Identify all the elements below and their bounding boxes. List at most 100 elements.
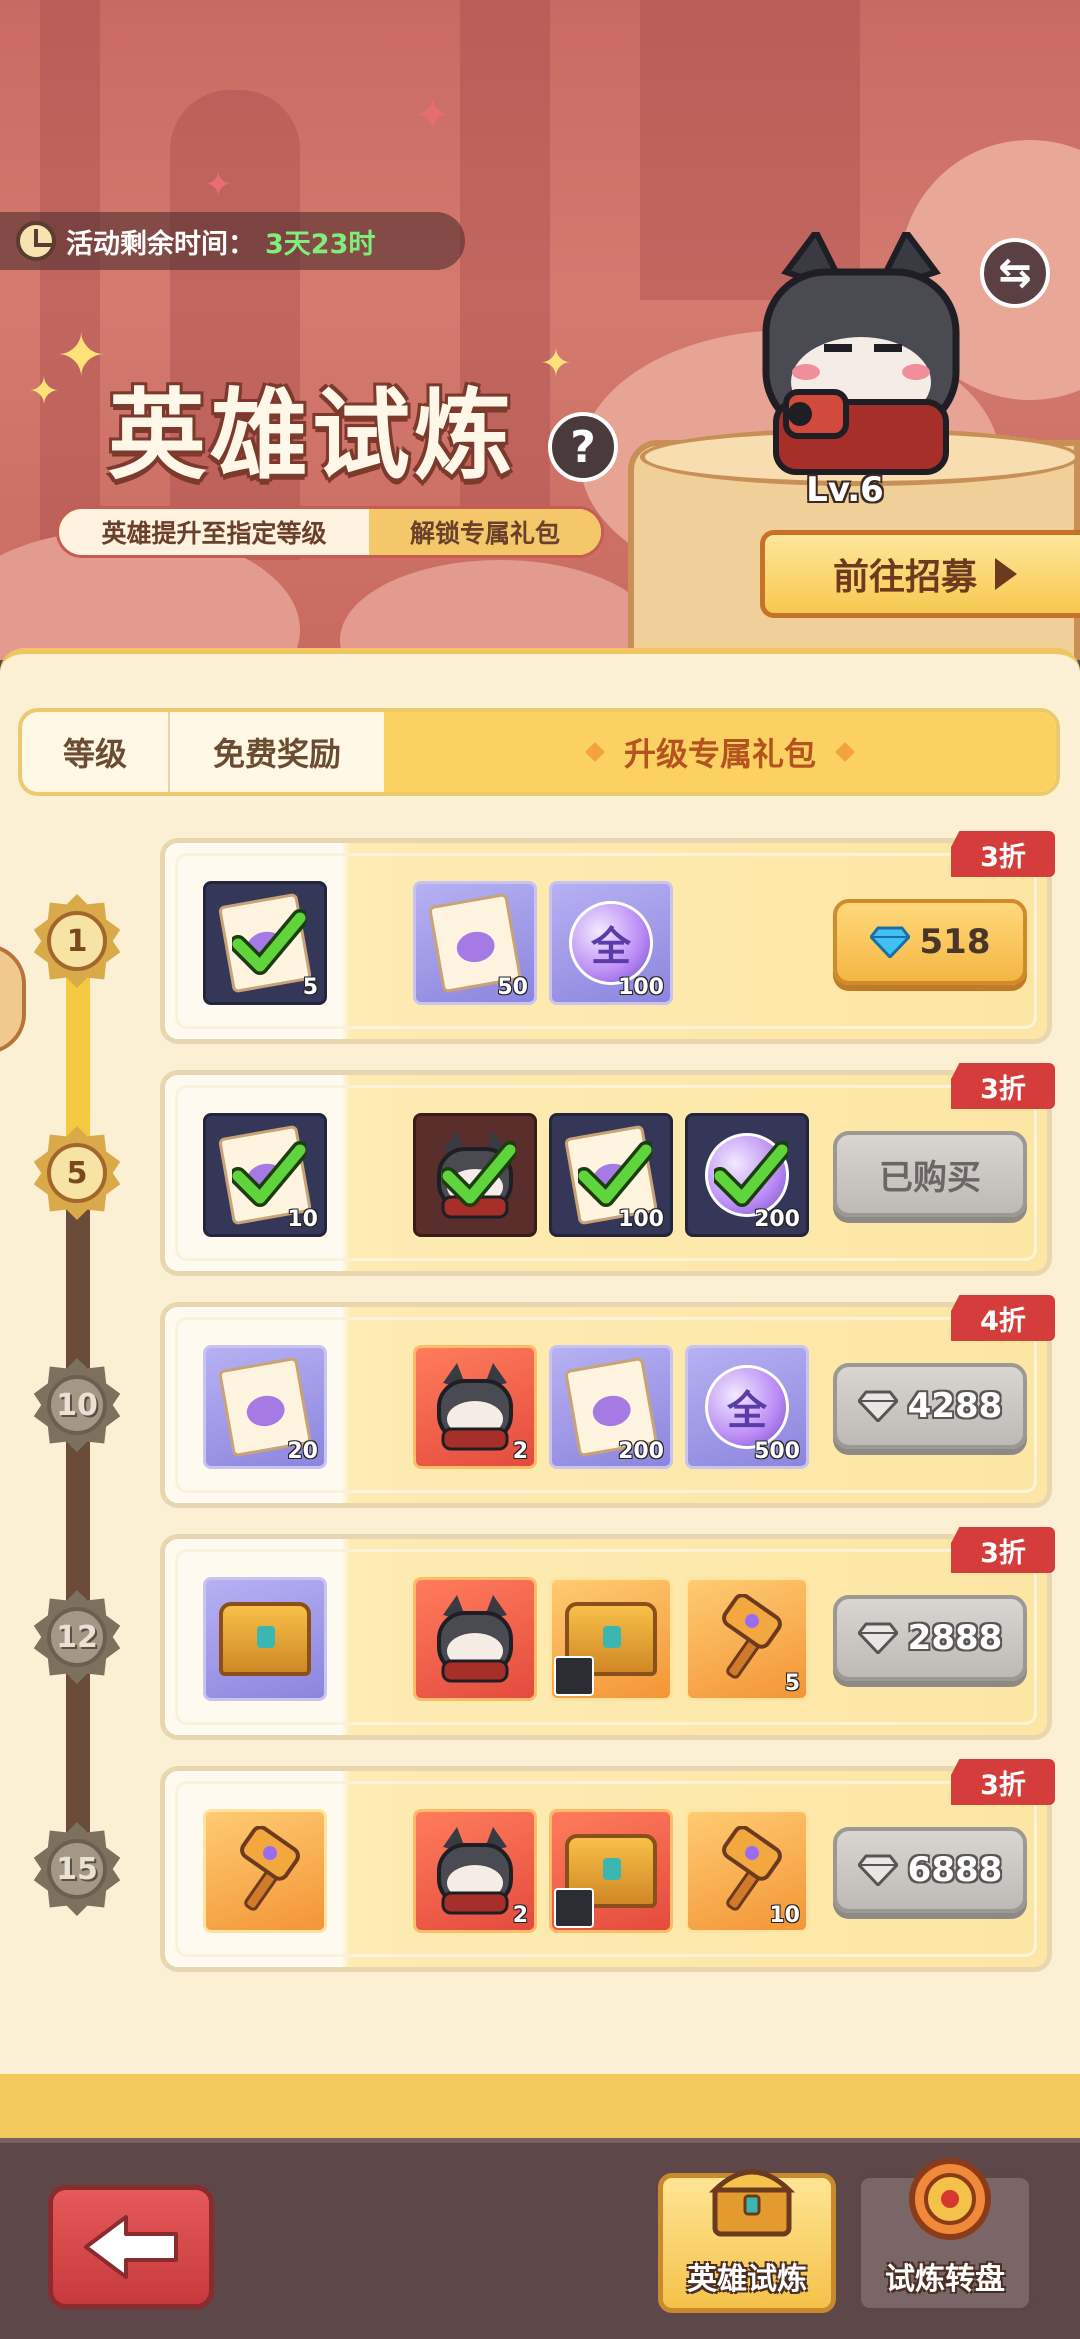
item-quantity: 50: [497, 975, 528, 1000]
pack-reward-item[interactable]: [549, 1809, 673, 1933]
hero-face-art: [437, 1827, 513, 1915]
buy-button[interactable]: 6888: [833, 1827, 1027, 1913]
price-amount: 2888: [907, 1618, 1003, 1658]
treasure-chest-icon: [206, 1580, 324, 1698]
nav-tab-hero-trial[interactable]: 英雄试炼: [658, 2169, 836, 2313]
free-reward-item[interactable]: [203, 1577, 327, 1701]
discount-badge: 3折: [951, 1759, 1055, 1805]
buy-button[interactable]: 518: [833, 899, 1027, 985]
checkmark-icon: [714, 1141, 788, 1207]
timer-label: 活动剩余时间：: [66, 228, 255, 260]
orb-art: 全: [569, 901, 653, 985]
sparkle-icon: ✦: [56, 321, 107, 391]
item-quantity: 100: [618, 1207, 664, 1232]
level-node: 1: [30, 894, 124, 988]
bottom-navigation: 英雄试炼 试炼转盘: [0, 2138, 1080, 2339]
hero-face-art: [437, 1363, 513, 1451]
pack-reward-item[interactable]: 2: [413, 1345, 537, 1469]
pack-reward-item[interactable]: 100: [549, 1113, 673, 1237]
free-reward-item[interactable]: 20: [203, 1345, 327, 1469]
pack-reward-item[interactable]: [413, 1113, 537, 1237]
reward-panel: 等级 免费奖励 升级专属礼包 1 3折 5 50 全 100 518 5 3折 10 100 200 已…: [0, 648, 1080, 2144]
level-number: 10: [56, 1387, 98, 1423]
diamond-ornament-icon: [585, 742, 605, 762]
diamond-gem-icon: [857, 1390, 898, 1422]
checkmark-icon: [442, 1141, 516, 1207]
pack-reward-item[interactable]: 全 100: [549, 881, 673, 1005]
timer-value: 3天23时: [265, 228, 376, 260]
pack-reward-item[interactable]: [413, 1577, 537, 1701]
level-node: 10: [30, 1358, 124, 1452]
pack-reward-item[interactable]: 2: [413, 1809, 537, 1933]
level-number: 12: [56, 1619, 98, 1655]
nav-tab-trial-wheel[interactable]: 试炼转盘: [856, 2158, 1034, 2313]
orb-art: 全: [705, 1365, 789, 1449]
hero-portrait[interactable]: [746, 232, 976, 482]
chest-art: [219, 1602, 311, 1676]
reward-row: 4折 20 2 200 全 500 4288: [160, 1295, 1055, 1508]
subtitle-condition: 英雄提升至指定等级: [101, 519, 327, 548]
reward-row: 3折 5 50 全 100 518: [160, 831, 1055, 1044]
buy-button[interactable]: 2888: [833, 1595, 1027, 1681]
item-quantity: 200: [754, 1207, 800, 1232]
help-button[interactable]: ?: [548, 412, 618, 482]
free-reward-item[interactable]: [203, 1809, 327, 1933]
discount-badge: 3折: [951, 831, 1055, 877]
tab-upgrade-pack-label: 升级专属礼包: [623, 735, 816, 773]
level-number: 15: [56, 1851, 98, 1887]
treasure-chest-icon: [708, 2169, 796, 2237]
tab-free-rewards[interactable]: 免费奖励: [170, 712, 384, 792]
item-quantity: 10: [769, 1903, 800, 1928]
sparkle-icon: ✦: [414, 90, 451, 141]
tab-upgrade-pack[interactable]: 升级专属礼包: [384, 712, 1056, 792]
checkmark-icon: [232, 909, 306, 975]
diamond-gem-icon: [857, 1854, 898, 1886]
pack-reward-item[interactable]: 200: [549, 1345, 673, 1469]
hammer-art: [722, 1594, 782, 1679]
hammer-art: [240, 1826, 300, 1911]
item-quantity: 20: [287, 1439, 318, 1464]
recruit-label: 前往招募: [832, 557, 977, 598]
castle-silhouette: [40, 0, 100, 560]
diamond-gem-icon: [857, 1622, 898, 1654]
price-amount: 6888: [907, 1850, 1003, 1890]
diamond-gem-icon: [869, 926, 910, 958]
price-amount: 4288: [907, 1386, 1003, 1426]
panel-footer: [0, 2074, 1080, 2144]
pack-reward-item[interactable]: 50: [413, 881, 537, 1005]
event-subtitle: 英雄提升至指定等级 解锁专属礼包: [56, 506, 604, 558]
go-recruit-button[interactable]: 前往招募: [760, 530, 1080, 618]
free-reward-item[interactable]: 10: [203, 1113, 327, 1237]
pack-reward-item[interactable]: 5: [685, 1577, 809, 1701]
discount-badge: 3折: [951, 1527, 1055, 1573]
item-quantity: 5: [784, 1671, 800, 1696]
item-quantity: 100: [618, 975, 664, 1000]
free-reward-item[interactable]: 5: [203, 881, 327, 1005]
reward-row: 3折 10 100 200 已购买: [160, 1063, 1055, 1276]
item-quantity: 2: [512, 1439, 528, 1464]
sparkle-icon: ✦: [204, 165, 233, 205]
purchased-button[interactable]: 已购买: [833, 1131, 1027, 1217]
pack-reward-item[interactable]: 10: [685, 1809, 809, 1933]
item-quantity: 5: [302, 975, 318, 1000]
back-button[interactable]: [48, 2185, 214, 2309]
pack-reward-item[interactable]: [549, 1577, 673, 1701]
mini-hero-icon: [554, 1656, 594, 1696]
swap-hero-button[interactable]: ⇆: [980, 238, 1050, 308]
event-title: 英雄试炼: [108, 379, 517, 493]
pack-reward-item[interactable]: 全 500: [685, 1345, 809, 1469]
buy-button[interactable]: 4288: [833, 1363, 1027, 1449]
item-quantity: 2: [512, 1903, 528, 1928]
hero-level: Lv.6: [806, 470, 884, 510]
discount-badge: 4折: [951, 1295, 1055, 1341]
reward-row: 3折 5 2888: [160, 1527, 1055, 1740]
price-amount: 已购买: [879, 1157, 981, 1198]
reward-row: 3折 2 10 6888: [160, 1759, 1055, 1972]
tab-level[interactable]: 等级: [22, 712, 170, 792]
wheel-icon: [909, 2158, 991, 2240]
nav-label-hero-trial: 英雄试炼: [687, 2262, 807, 2297]
event-header: ✦ ✦ ✦ ✦ ✦ 活动剩余时间： 3天23时 英雄试炼 ? 英雄提升至指定等级…: [0, 0, 1080, 660]
tab-bar: 等级 免费奖励 升级专属礼包: [18, 708, 1060, 796]
discount-badge: 3折: [951, 1063, 1055, 1109]
pack-reward-item[interactable]: 200: [685, 1113, 809, 1237]
